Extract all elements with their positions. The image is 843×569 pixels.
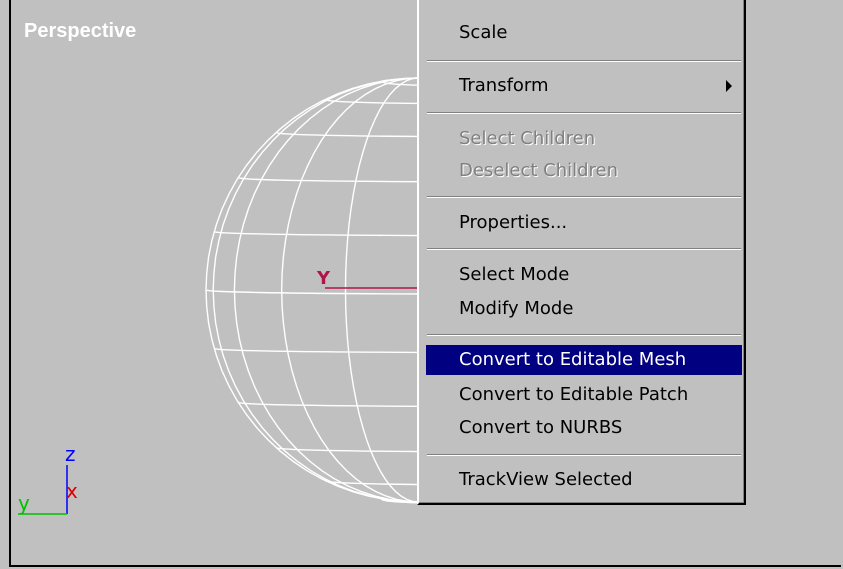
axis-y-label: y — [18, 491, 30, 515]
submenu-arrow-icon — [726, 80, 732, 92]
menu-item-deselect-children[interactable]: Deselect Children — [426, 156, 742, 186]
menu-item-select-mode[interactable]: Select Mode — [426, 260, 742, 290]
axis-tripod: z y x — [18, 442, 78, 515]
menu-separator — [427, 454, 741, 456]
axis-x-label: x — [66, 479, 78, 503]
menu-item-transform[interactable]: Transform — [426, 71, 742, 101]
menu-item-convert-editable-mesh[interactable]: Convert to Editable Mesh — [426, 345, 742, 375]
menu-item-convert-nurbs[interactable]: Convert to NURBS — [426, 413, 742, 443]
menu-separator — [427, 334, 741, 336]
menu-item-trackview-selected[interactable]: TrackView Selected — [426, 465, 742, 495]
menu-item-label: Transform — [459, 75, 549, 96]
menu-item-modify-mode[interactable]: Modify Mode — [426, 294, 742, 324]
perspective-viewport[interactable]: Perspective Y z y x Scale Transform Sele… — [0, 0, 843, 569]
menu-item-select-children[interactable]: Select Children — [426, 124, 742, 154]
menu-separator — [427, 112, 741, 114]
sphere-wireframe[interactable] — [205, 77, 419, 504]
transform-gizmo[interactable]: Y — [316, 268, 418, 289]
axis-z-label: z — [65, 442, 76, 466]
menu-item-scale[interactable]: Scale — [426, 18, 742, 48]
menu-item-properties[interactable]: Properties... — [426, 208, 742, 238]
menu-separator — [427, 60, 741, 62]
menu-separator — [427, 196, 741, 198]
gizmo-axis-label: Y — [316, 268, 331, 289]
menu-separator — [427, 248, 741, 250]
context-menu: Scale Transform Select Children Deselect… — [417, 0, 746, 505]
menu-item-convert-editable-patch[interactable]: Convert to Editable Patch — [426, 380, 742, 410]
